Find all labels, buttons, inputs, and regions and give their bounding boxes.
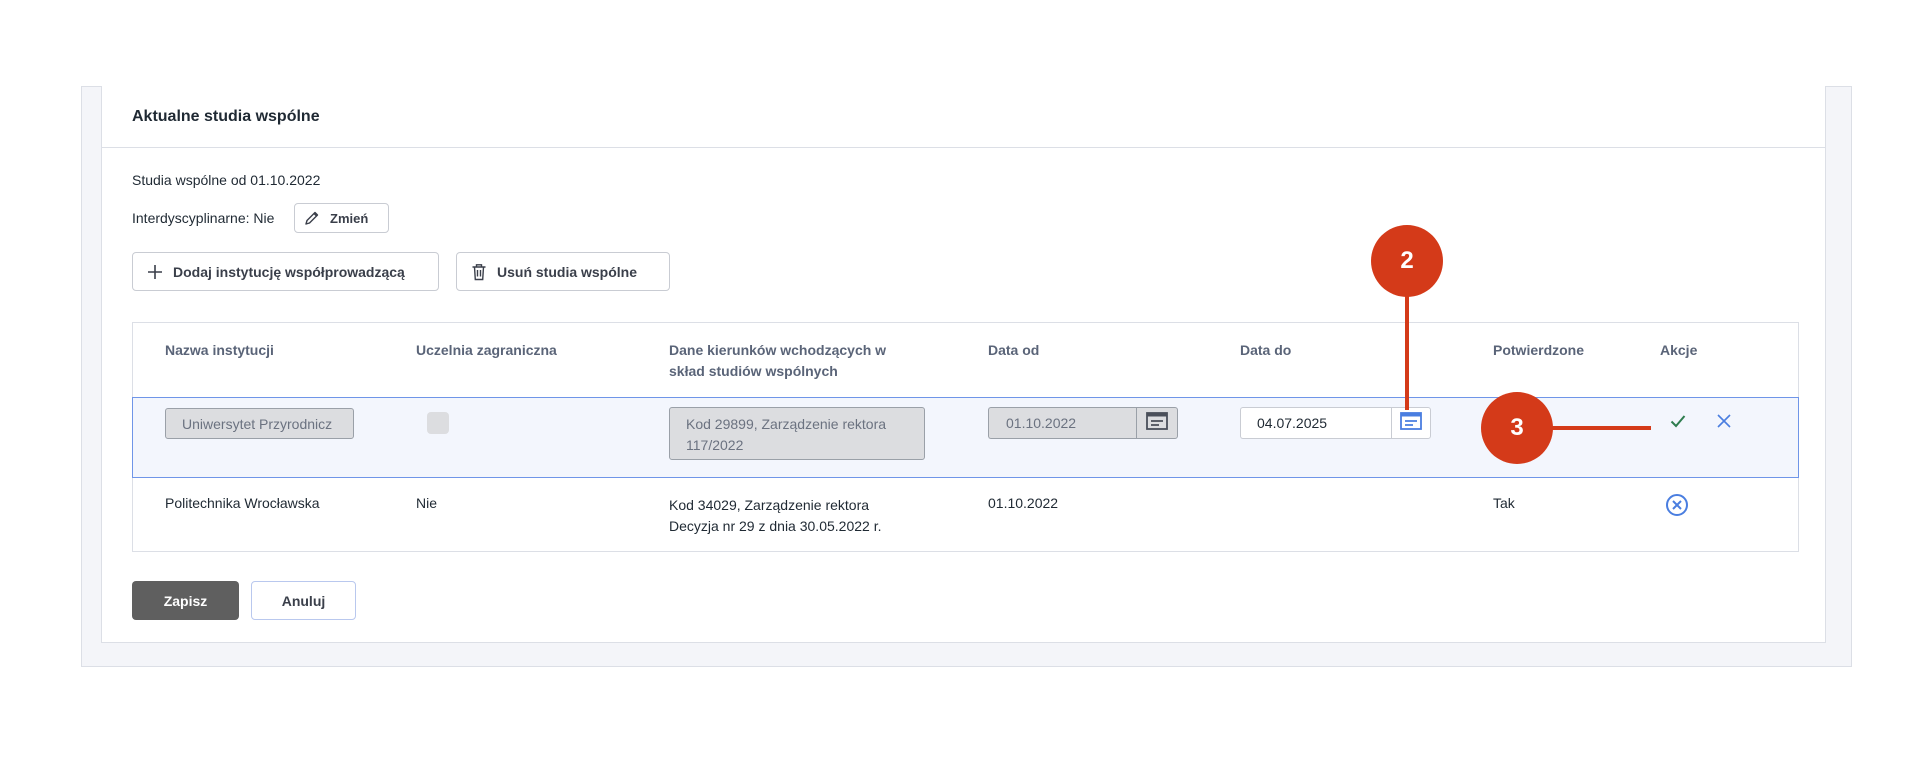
change-button-label: Zmień	[330, 210, 369, 226]
header-programs-line1: Dane kierunków wchodzących w	[669, 342, 887, 358]
row-foreign: Nie	[416, 495, 438, 511]
row-programs-line2: Decyzja nr 29 z dnia 30.05.2022 r.	[669, 518, 882, 534]
date-to-field[interactable]: 04.07.2025	[1240, 407, 1392, 439]
close-icon	[1717, 413, 1731, 433]
date-to-calendar-button[interactable]	[1391, 407, 1431, 439]
row-confirmed: Tak	[1493, 495, 1515, 511]
save-button[interactable]: Zapisz	[132, 581, 239, 620]
check-icon	[1670, 414, 1686, 433]
header-institution: Nazwa instytucji	[165, 342, 274, 358]
calendar-icon	[1400, 411, 1422, 435]
foreign-checkbox[interactable]	[427, 412, 449, 434]
remove-joint-studies-button[interactable]: Usuń studia wspólne	[456, 252, 670, 291]
row-date-from: 01.10.2022	[988, 495, 1059, 511]
confirm-edit-button[interactable]	[1668, 413, 1688, 433]
remove-row-button[interactable]	[1665, 493, 1689, 517]
programs-field[interactable]: Kod 29899, Zarządzenie rektora 117/2022	[669, 407, 925, 460]
header-actions: Akcje	[1660, 342, 1698, 358]
calendar-icon	[1146, 411, 1168, 435]
card-header: Aktualne studia wspólne	[102, 86, 1825, 148]
annotation-2-line	[1405, 290, 1409, 410]
change-button[interactable]: Zmień	[294, 203, 389, 233]
institution-field[interactable]: Uniwersytet Przyrodnicz	[165, 408, 354, 439]
circle-x-icon	[1665, 494, 1689, 521]
cancel-button[interactable]: Anuluj	[251, 581, 356, 620]
header-programs-line2: skład studiów wspólnych	[669, 363, 838, 379]
cancel-edit-button[interactable]	[1714, 413, 1734, 433]
trash-icon	[471, 263, 487, 281]
pencil-icon	[304, 210, 320, 226]
interdisciplinary-label: Interdyscyplinarne: Nie	[132, 210, 275, 226]
date-from-field[interactable]: 01.10.2022	[988, 407, 1137, 439]
row-programs: Kod 34029, Zarządzenie rektora Decyzja n…	[669, 495, 881, 537]
row-institution: Politechnika Wrocławska	[165, 495, 320, 511]
annotation-3-line	[1545, 426, 1651, 430]
annotation-badge-3: 3	[1481, 392, 1553, 464]
row-programs-line1: Kod 34029, Zarządzenie rektora	[669, 497, 870, 513]
programs-field-line2: 117/2022	[686, 437, 744, 453]
header-foreign: Uczelnia zagraniczna	[416, 342, 557, 358]
add-institution-button[interactable]: Dodaj instytucję współprowadzącą	[132, 252, 439, 291]
joint-studies-since: Studia wspólne od 01.10.2022	[132, 172, 321, 188]
header-programs: Dane kierunków wchodzących w skład studi…	[669, 340, 886, 382]
header-date-from: Data od	[988, 342, 1040, 358]
plus-icon	[147, 264, 163, 280]
annotation-badge-2: 2	[1371, 225, 1443, 297]
programs-field-line1: Kod 29899, Zarządzenie rektora	[686, 416, 887, 432]
add-institution-label: Dodaj instytucję współprowadzącą	[173, 263, 405, 280]
header-date-to: Data do	[1240, 342, 1292, 358]
remove-joint-studies-label: Usuń studia wspólne	[497, 263, 638, 280]
card-title: Aktualne studia wspólne	[132, 108, 320, 125]
date-from-calendar-button[interactable]	[1136, 407, 1178, 439]
header-confirmed: Potwierdzone	[1493, 342, 1585, 358]
